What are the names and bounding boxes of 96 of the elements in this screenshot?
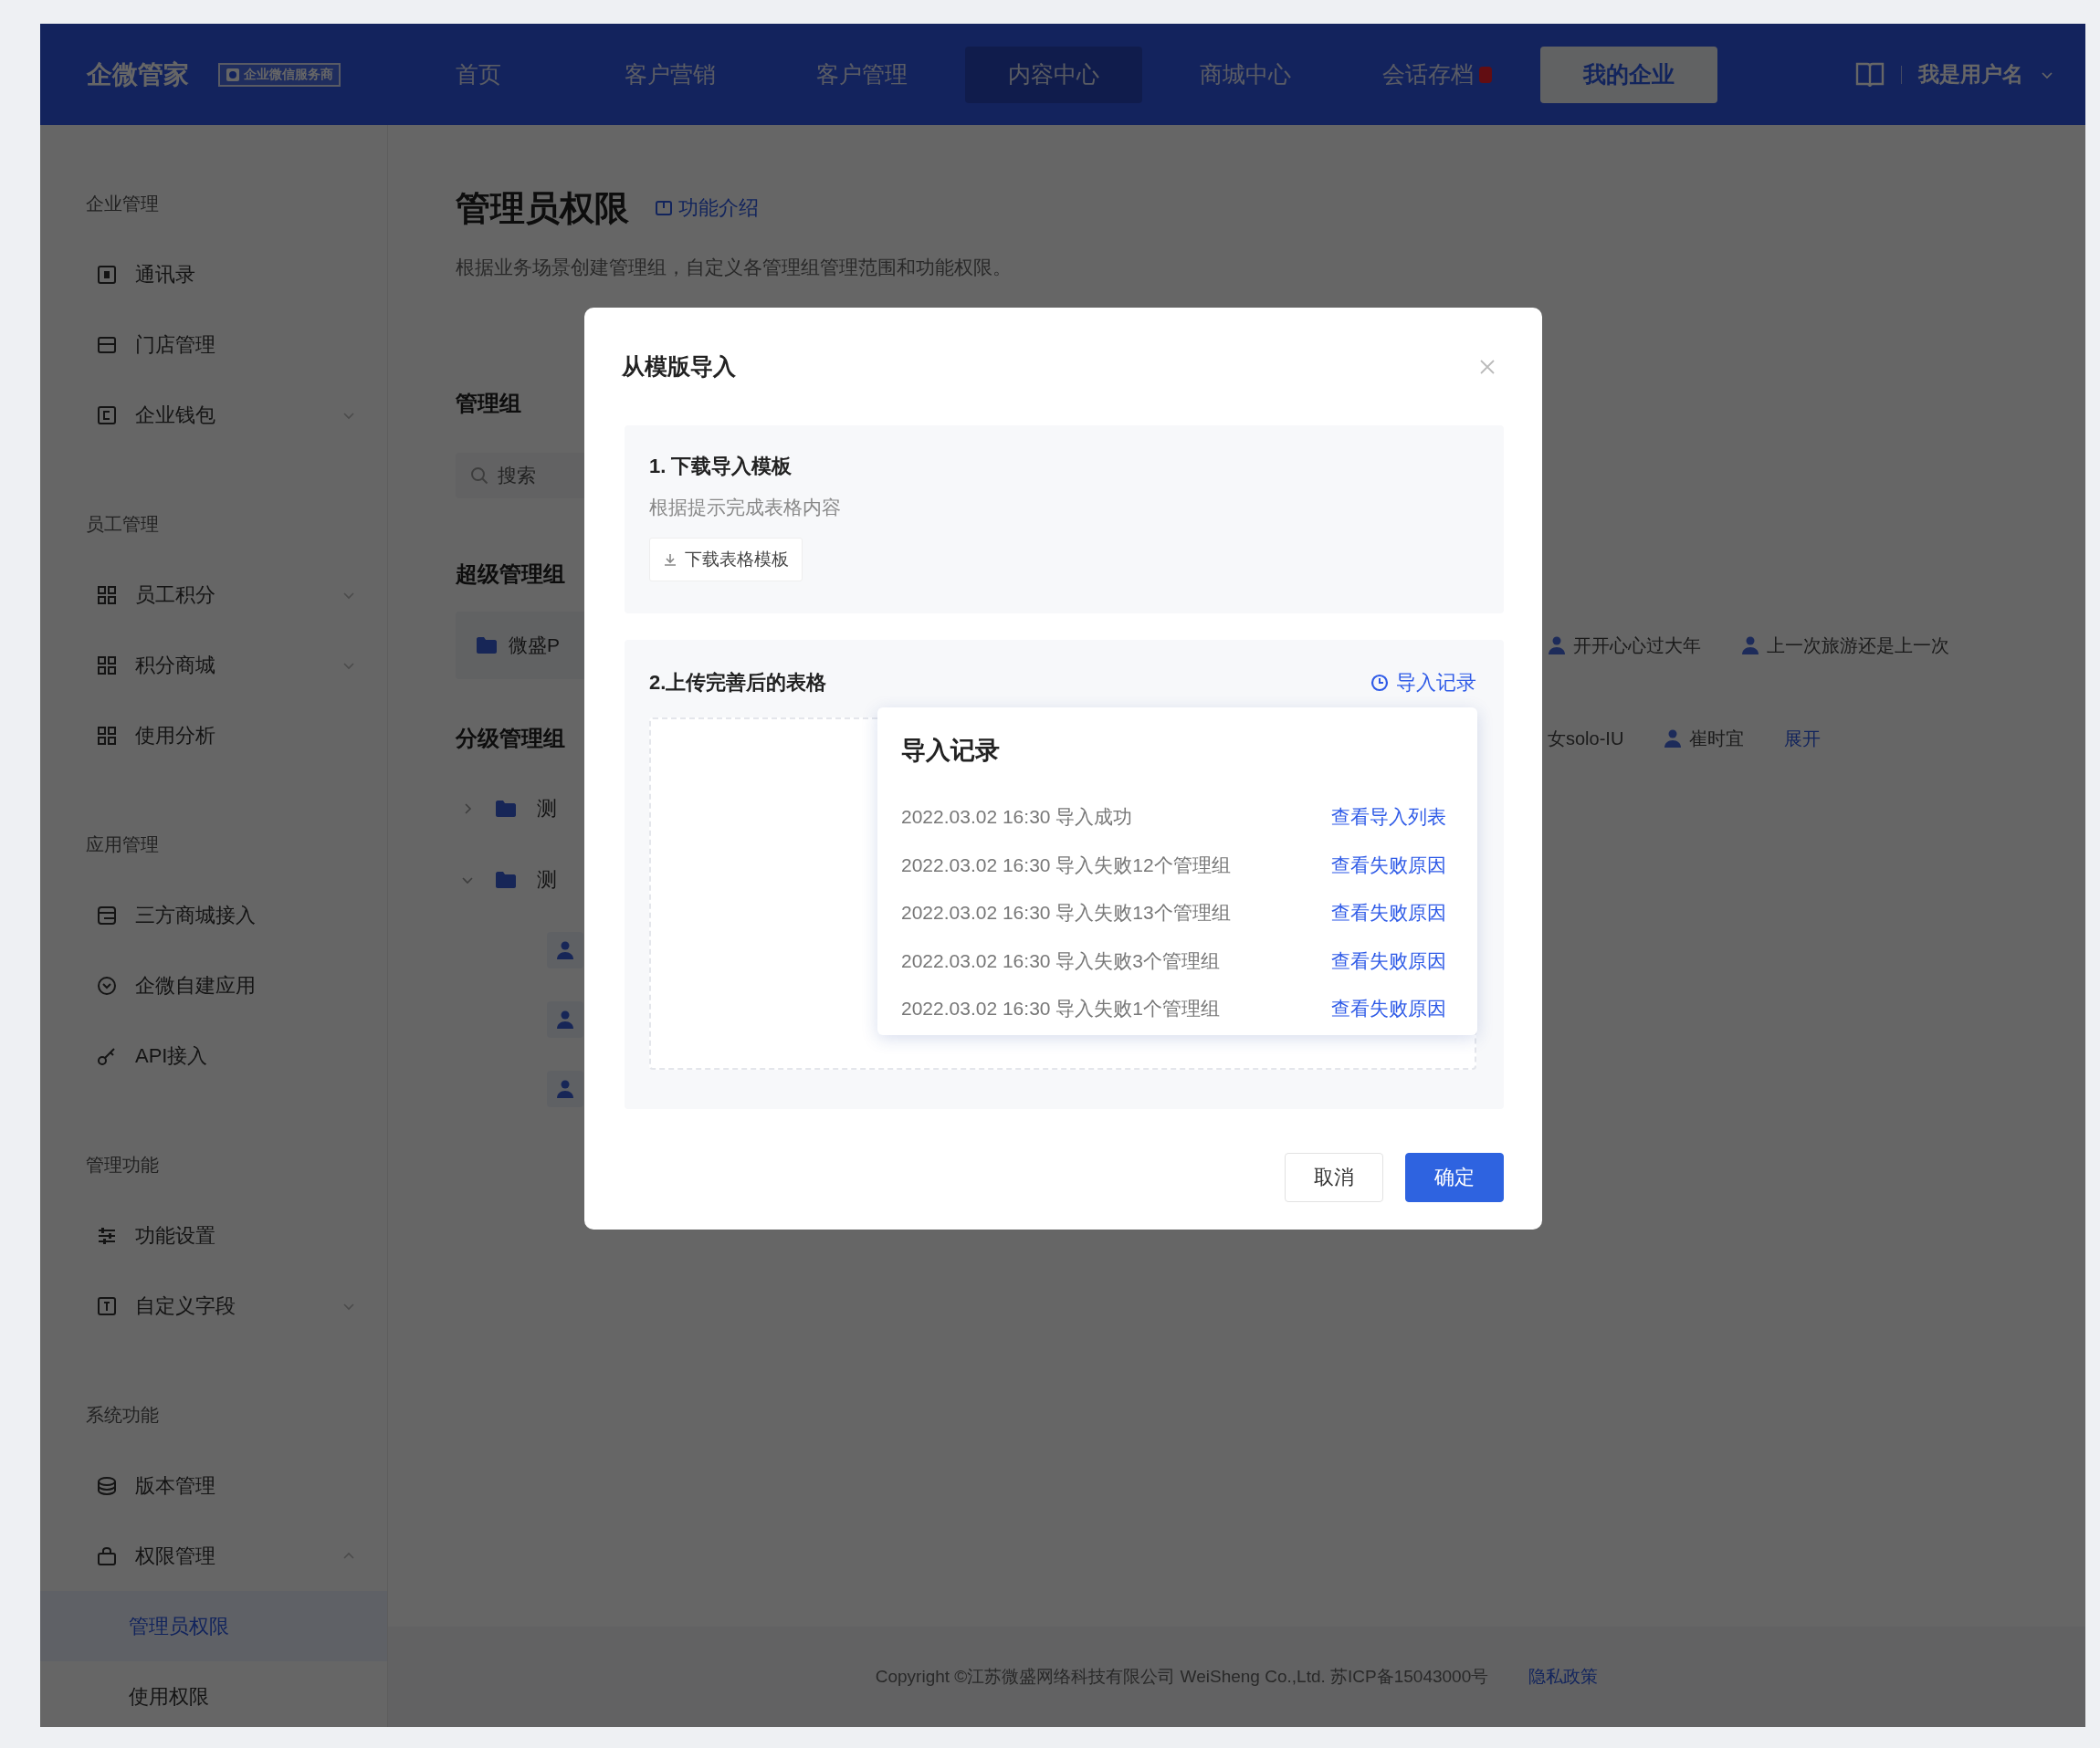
record-link[interactable]: 查看失败原因 — [1331, 852, 1446, 878]
section-label: 管理功能 — [85, 1154, 160, 1177]
person-icon — [556, 940, 574, 960]
cancel-button[interactable]: 取消 — [1285, 1153, 1383, 1202]
sidebar-item[interactable]: 自定义字段 — [40, 1271, 387, 1341]
group-name: 微盛P — [509, 633, 560, 657]
tree-node-label[interactable]: 测 — [537, 795, 557, 822]
field-icon — [97, 1295, 117, 1316]
card-icon — [97, 264, 117, 285]
person-icon — [1741, 635, 1759, 655]
record-text: 2022.03.02 16:30 导入失败13个管理组 — [901, 901, 1231, 926]
wallet-icon — [97, 404, 117, 425]
badge-text: 企业微信服务商 — [244, 66, 333, 83]
person-icon — [1664, 728, 1683, 748]
member-name: 开开心心过大年 — [1573, 633, 1701, 657]
close-icon — [1478, 357, 1496, 376]
sidebar-item[interactable]: API接入 — [40, 1021, 387, 1091]
key-icon — [97, 1045, 117, 1066]
stack-icon — [97, 1475, 117, 1496]
sidebar-item[interactable]: 积分商城 — [40, 630, 387, 700]
record-link[interactable]: 查看失败原因 — [1331, 947, 1446, 974]
section-label: 企业管理 — [85, 193, 160, 215]
nav-tab[interactable]: 会话存档 — [1349, 46, 1526, 103]
clock-icon — [1370, 674, 1389, 692]
search-icon — [470, 466, 488, 485]
nav-tab[interactable]: 客户管理 — [773, 46, 950, 103]
dialog-title: 从模版导入 — [622, 352, 736, 381]
drawer-icon — [97, 334, 117, 355]
section-label: 系统功能 — [85, 1404, 160, 1427]
sidebar-item[interactable]: 通讯录 — [40, 239, 387, 309]
step-title: 2.上传完善后的表格 — [649, 670, 827, 696]
app-logo: 企微管家 — [87, 58, 189, 90]
download-icon — [663, 552, 677, 567]
record-text: 2022.03.02 16:30 导入失败1个管理组 — [901, 997, 1220, 1021]
nav-tab[interactable]: 商城中心 — [1157, 46, 1334, 103]
section-heading: 分级管理组 — [456, 725, 566, 752]
sidebar-item[interactable]: 门店管理 — [40, 309, 387, 380]
tree-node-label[interactable]: 测 — [537, 866, 557, 894]
user-name[interactable]: 我是用户名 — [1918, 60, 2023, 89]
intro-link[interactable]: 功能介绍 — [655, 194, 759, 222]
book-icon — [1855, 60, 1885, 89]
search-field[interactable]: 搜索 — [456, 453, 584, 498]
section-label: 员工管理 — [85, 513, 160, 536]
copyright-text: Copyright ©江苏微盛网络科技有限公司 WeiSheng Co.,Ltd. 苏ICP备15043000号 — [875, 1666, 1489, 1688]
sidebar-item[interactable]: 版本管理 — [40, 1450, 387, 1521]
lock-icon — [97, 1545, 117, 1566]
popover-title: 导入记录 — [901, 736, 1001, 766]
step-title: 1. 下载导入模板 — [649, 454, 793, 478]
page-description: 根据业务场景创建管理组，自定义各管理组管理范围和功能权限。 — [456, 256, 1013, 279]
confirm-button[interactable]: 确定 — [1405, 1153, 1504, 1202]
sidebar-subitem[interactable]: 使用权限 — [40, 1661, 387, 1727]
page-title: 管理员权限 — [456, 187, 629, 229]
member-name: 上一次旅游还是上一次 — [1767, 633, 1949, 657]
sidebar-item[interactable]: 三方商城接入 — [40, 880, 387, 950]
nav-tab[interactable]: 首页 — [390, 46, 567, 103]
search-placeholder: 搜索 — [498, 464, 536, 487]
section-heading: 管理组 — [456, 390, 522, 417]
grid-icon — [97, 725, 117, 746]
grid-icon — [97, 654, 117, 675]
sidebar-item[interactable]: 企业钱包 — [40, 380, 387, 450]
window-icon — [97, 905, 117, 926]
record-link[interactable]: 查看导入列表 — [1331, 804, 1446, 831]
sidebar-item[interactable]: 员工积分 — [40, 560, 387, 630]
sidebar-item[interactable]: 权限管理 — [40, 1521, 387, 1591]
folder-icon — [476, 636, 498, 654]
badge-icon — [226, 67, 240, 82]
sidebar-item[interactable]: 功能设置 — [40, 1200, 387, 1271]
sidebar-item[interactable]: 使用分析 — [40, 700, 387, 770]
intro-link-text[interactable]: 功能介绍 — [678, 194, 759, 222]
expand-link[interactable]: 展开 — [1784, 726, 1822, 751]
step-description: 根据提示完成表格内容 — [649, 496, 842, 519]
person-icon — [556, 1079, 574, 1099]
sliders-icon — [97, 1225, 117, 1246]
grid-icon — [97, 584, 117, 605]
chevron-circle-icon — [97, 975, 117, 996]
record-link[interactable]: 查看失败原因 — [1331, 900, 1446, 926]
privacy-link[interactable]: 隐私政策 — [1528, 1665, 1599, 1689]
nav-tab[interactable]: 我的企业 — [1540, 46, 1717, 103]
book-icon — [655, 199, 673, 217]
member-name: 女solo-IU — [1548, 727, 1624, 750]
sidebar-item[interactable]: 企微自建应用 — [40, 950, 387, 1021]
download-button[interactable]: 下载表格模板 — [649, 538, 803, 581]
record-text: 2022.03.02 16:30 导入失败12个管理组 — [901, 853, 1231, 877]
folder-icon — [495, 800, 517, 818]
import-records-text[interactable]: 导入记录 — [1396, 669, 1476, 696]
record-link[interactable]: 查看失败原因 — [1331, 996, 1446, 1022]
section-label: 应用管理 — [85, 833, 160, 856]
folder-icon — [495, 871, 517, 889]
nav-tab[interactable]: 客户营销 — [582, 46, 759, 103]
sidebar-subitem[interactable]: 管理员权限 — [40, 1591, 387, 1661]
person-icon — [1548, 635, 1566, 655]
record-text: 2022.03.02 16:30 导入成功 — [901, 805, 1133, 830]
import-records-link[interactable]: 导入记录 — [1370, 669, 1476, 696]
member-name: 崔时宜 — [1689, 727, 1745, 750]
record-text: 2022.03.02 16:30 导入失败3个管理组 — [901, 948, 1220, 973]
person-icon — [556, 1010, 574, 1030]
